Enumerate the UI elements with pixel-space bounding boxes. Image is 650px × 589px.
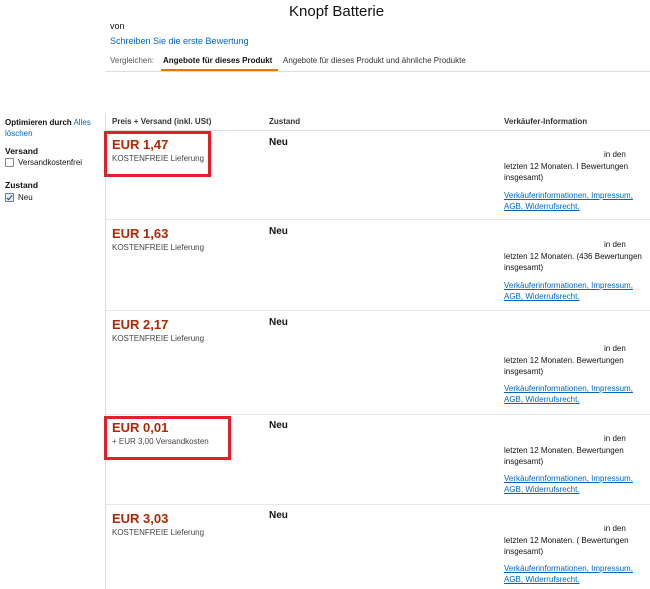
optimize-label: Optimieren durch <box>5 118 72 127</box>
offer-price: EUR 2,17 <box>112 317 169 332</box>
write-first-review-link[interactable]: Schreiben Sie die erste Bewertung <box>110 36 249 46</box>
seller-rating-prefix: in den <box>604 344 626 353</box>
offer-shipping: KOSTENFREIE Lieferung <box>112 528 205 537</box>
offer-price: EUR 3,03 <box>112 511 169 526</box>
seller-rating-prefix: in den <box>604 150 626 159</box>
compare-divider <box>105 71 650 72</box>
compare-label: Vergleichen: <box>110 56 155 65</box>
condition-new-label: Neu <box>18 193 33 202</box>
seller-rating-prefix: in den <box>604 524 626 533</box>
brand-by-label: von <box>110 21 125 31</box>
column-header-seller: Verkäufer-Information <box>504 117 588 126</box>
condition-filter-heading: Zustand <box>5 180 39 190</box>
free-shipping-checkbox[interactable] <box>5 158 14 167</box>
tab-offers-similar-products[interactable]: Angebote für dieses Produkt und ähnliche… <box>283 56 466 65</box>
seller-info-link[interactable]: Verkäuferinformationen, Impressum, AGB, … <box>504 190 646 212</box>
free-shipping-label: Versandkostenfrei <box>18 158 83 167</box>
offer-price: EUR 1,63 <box>112 226 169 241</box>
seller-info-link[interactable]: Verkäuferinformationen, Impressum, AGB, … <box>504 473 646 495</box>
seller-info-link[interactable]: Verkäuferinformationen, Impressum, AGB, … <box>504 563 646 585</box>
seller-info-link[interactable]: Verkäuferinformationen, Impressum, AGB, … <box>504 383 646 405</box>
seller-rating-text: letzten 12 Monaten. Bewertungen insgesam… <box>504 356 624 376</box>
seller-rating-prefix: in den <box>604 434 626 443</box>
offer-condition: Neu <box>269 317 288 328</box>
shipping-filter-heading: Versand <box>5 146 39 156</box>
price-highlight-box <box>104 131 211 177</box>
offer-row: EUR 2,17 KOSTENFREIE Lieferung Neu in de… <box>106 311 650 415</box>
offer-shipping: KOSTENFREIE Lieferung <box>112 334 205 343</box>
tab-offers-this-product[interactable]: Angebote für dieses Produkt <box>163 56 272 65</box>
seller-rating-text: letzten 12 Monaten. (436 Bewertungen ins… <box>504 252 642 272</box>
filter-sidebar: Optimieren durch Alles löschen Versand V… <box>5 117 100 202</box>
column-header-condition: Zustand <box>269 117 301 126</box>
offer-condition: Neu <box>269 137 288 148</box>
free-shipping-filter[interactable]: Versandkostenfrei <box>5 158 82 167</box>
seller-rating-prefix: in den <box>604 240 626 249</box>
offer-condition: Neu <box>269 226 288 237</box>
offer-condition: Neu <box>269 510 288 521</box>
offer-row: EUR 3,03 KOSTENFREIE Lieferung Neu in de… <box>106 505 650 589</box>
condition-new-filter[interactable]: Neu <box>5 193 33 202</box>
seller-rating-text: letzten 12 Monaten. I Bewertungen insges… <box>504 162 629 182</box>
column-header-price: Preis + Versand (inkl. USt) <box>112 117 212 126</box>
offer-condition: Neu <box>269 420 288 431</box>
seller-rating-text: letzten 12 Monaten. ( Bewertungen insges… <box>504 536 629 556</box>
offer-shipping: KOSTENFREIE Lieferung <box>112 243 205 252</box>
seller-info-link[interactable]: Verkäuferinformationen, Impressum, AGB, … <box>504 280 646 302</box>
product-title: Knopf Batterie <box>289 3 385 20</box>
seller-rating-text: letzten 12 Monaten. Bewertungen insgesam… <box>504 446 624 466</box>
offer-row: EUR 1,63 KOSTENFREIE Lieferung Neu in de… <box>106 220 650 311</box>
condition-new-checkbox[interactable] <box>5 193 14 202</box>
price-highlight-box <box>104 416 231 460</box>
